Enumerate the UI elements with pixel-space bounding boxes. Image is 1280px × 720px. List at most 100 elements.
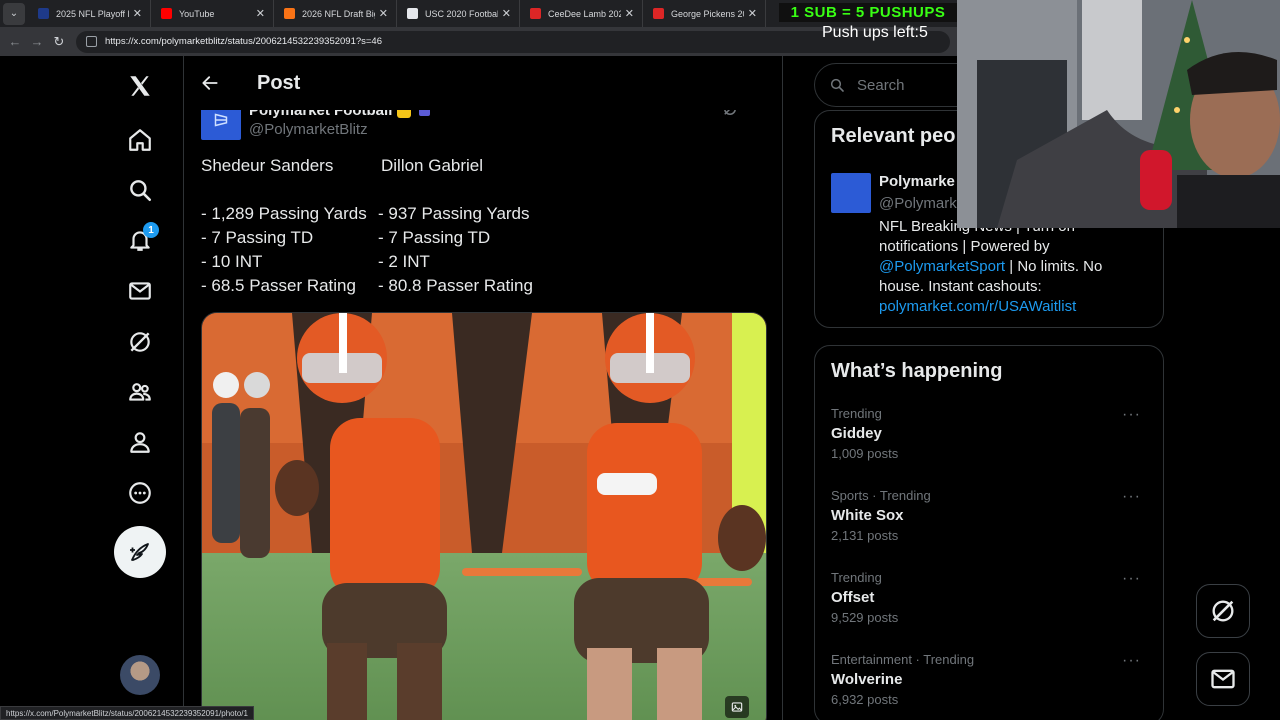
author-handle[interactable]: @PolymarketBlitz: [249, 121, 430, 138]
image-edit-icon[interactable]: [725, 696, 749, 718]
address-bar[interactable]: https://x.com/polymarketblitz/status/200…: [76, 30, 950, 53]
tweet-player-b: Dillon Gabriel: [381, 156, 484, 175]
tab-close-icon[interactable]: ✕: [502, 7, 511, 20]
browser-tab[interactable]: George Pickens 2025 ✕: [643, 0, 766, 27]
relevant-person-avatar[interactable]: [831, 173, 871, 213]
tab-title: 2025 NFL Playoff Pict: [56, 8, 129, 19]
back-arrow-icon: [202, 76, 218, 90]
bio-url-link[interactable]: polymarket.com/r/USAWaitlist: [879, 298, 1076, 315]
messages-float-button[interactable]: [1196, 652, 1250, 706]
notifications-icon[interactable]: 1: [114, 214, 166, 266]
trend-category: Entertainment · Trending: [831, 652, 975, 667]
messages-icon: [1211, 669, 1235, 689]
browser-tab[interactable]: CeeDee Lamb 2025 S ✕: [520, 0, 643, 27]
account-avatar[interactable]: [120, 655, 160, 695]
polymarket-logo-icon: [214, 113, 228, 127]
notifications-badge: 1: [143, 222, 159, 238]
communities-icon[interactable]: [114, 366, 166, 418]
stream-overlay-title: 1 SUB = 5 PUSHUPS: [779, 3, 957, 22]
tab-favicon-icon: [407, 8, 418, 19]
primary-nav: 1: [96, 56, 184, 720]
back-button[interactable]: [199, 72, 221, 94]
post-header: Post: [185, 56, 782, 110]
tweet-stat-a: - 7 Passing TD: [201, 228, 314, 247]
reload-icon[interactable]: ↻: [48, 34, 70, 50]
tab-title: George Pickens 2025: [671, 8, 744, 19]
browser-tab[interactable]: YouTube ✕: [151, 0, 274, 27]
tweet-stat-b: - 80.8 Passer Rating: [378, 276, 533, 295]
trend-name: White Sox: [831, 507, 904, 524]
trend-name: Offset: [831, 589, 875, 606]
main-column: Post Polymarket Football @PolymarketBlit…: [185, 56, 783, 720]
tweet-stat-b: - 2 INT: [378, 252, 430, 271]
trend-count: 1,009 posts: [831, 446, 899, 461]
profile-icon[interactable]: [114, 416, 166, 468]
tweet-stat-a: - 1,289 Passing Yards: [201, 204, 367, 223]
trend-item[interactable]: Entertainment · Trending Wolverine 6,932…: [831, 652, 1151, 720]
address-bar-url: https://x.com/polymarketblitz/status/200…: [105, 36, 383, 47]
tab-favicon-icon: [653, 8, 664, 19]
grok-float-button[interactable]: [1196, 584, 1250, 638]
messages-icon[interactable]: [114, 265, 166, 317]
more-options-icon[interactable]: ···: [1122, 652, 1141, 670]
tab-favicon-icon: [284, 8, 295, 19]
search-icon: [830, 78, 844, 92]
trend-category: Trending: [831, 406, 882, 421]
tweet-stat-a: - 68.5 Passer Rating: [201, 276, 356, 295]
relevant-people-title: Relevant peo: [831, 125, 956, 147]
tab-favicon-icon: [530, 8, 541, 19]
relevant-person-bio: NFL Breaking News | Turn on notification…: [879, 217, 1149, 317]
link-status-bar: https://x.com/PolymarketBlitz/status/200…: [0, 706, 254, 720]
bio-mention-link[interactable]: @PolymarketSport: [879, 258, 1005, 275]
site-info-icon[interactable]: [86, 36, 97, 47]
webcam-feed-image: [957, 0, 1280, 228]
more-options-icon[interactable]: ···: [1122, 406, 1141, 424]
trend-category: Sports · Trending: [831, 488, 931, 503]
search-icon[interactable]: [114, 164, 166, 216]
tab-close-icon[interactable]: ✕: [379, 7, 388, 20]
tab-close-icon[interactable]: ✕: [748, 7, 757, 20]
trend-count: 6,932 posts: [831, 692, 899, 707]
tab-search-button[interactable]: ⌄: [3, 2, 25, 25]
back-arrow-icon[interactable]: ←: [4, 34, 26, 49]
tweet-stat-b: - 937 Passing Yards: [378, 204, 530, 223]
tweet-photo[interactable]: [201, 312, 767, 720]
relevant-person-handle[interactable]: @Polymark: [879, 195, 957, 212]
whats-happening-panel: What’s happening Trending Giddey 1,009 p…: [814, 345, 1164, 720]
more-icon[interactable]: [114, 467, 166, 519]
trend-category: Trending: [831, 570, 882, 585]
football-practice-image: [202, 313, 766, 720]
more-options-icon[interactable]: ···: [1122, 488, 1141, 506]
trend-name: Wolverine: [831, 671, 903, 688]
trend-count: 2,131 posts: [831, 528, 899, 543]
stream-overlay-counter: Push ups left:5: [822, 24, 928, 41]
browser-tab[interactable]: 2026 NFL Draft Big B ✕: [274, 0, 397, 27]
grok-icon[interactable]: [114, 316, 166, 368]
tab-favicon-icon: [38, 8, 49, 19]
trend-count: 9,529 posts: [831, 610, 899, 625]
tab-close-icon[interactable]: ✕: [625, 7, 634, 20]
tweet-player-a: Shedeur Sanders: [201, 156, 334, 175]
forward-arrow-icon[interactable]: →: [26, 34, 48, 49]
x-logo-icon[interactable]: [114, 60, 166, 112]
tab-close-icon[interactable]: ✕: [256, 7, 265, 20]
grok-icon: [1212, 600, 1234, 622]
tweet-stat-a: - 10 INT: [201, 252, 263, 271]
browser-tab[interactable]: USC 2020 Football Co ✕: [397, 0, 520, 27]
browser-tab[interactable]: 2025 NFL Playoff Pict ✕: [28, 0, 151, 27]
trend-item[interactable]: Trending Offset 9,529 posts ···: [831, 570, 1151, 640]
trend-item[interactable]: Trending Giddey 1,009 posts ···: [831, 406, 1151, 476]
trend-item[interactable]: Sports · Trending White Sox 2,131 posts …: [831, 488, 1151, 558]
tab-title: CeeDee Lamb 2025 S: [548, 8, 621, 19]
more-options-icon[interactable]: ···: [1122, 570, 1141, 588]
tab-favicon-icon: [161, 8, 172, 19]
tab-title: USC 2020 Football Co: [425, 8, 498, 19]
home-icon[interactable]: [114, 114, 166, 166]
relevant-person-name[interactable]: Polymarke: [879, 173, 955, 190]
tab-close-icon[interactable]: ✕: [133, 7, 142, 20]
search-input[interactable]: Search: [857, 77, 905, 94]
compose-post-button[interactable]: [114, 526, 166, 578]
tab-title: 2026 NFL Draft Big B: [302, 8, 375, 19]
whats-happening-title: What’s happening: [831, 360, 1003, 382]
tab-title: YouTube: [179, 8, 215, 19]
